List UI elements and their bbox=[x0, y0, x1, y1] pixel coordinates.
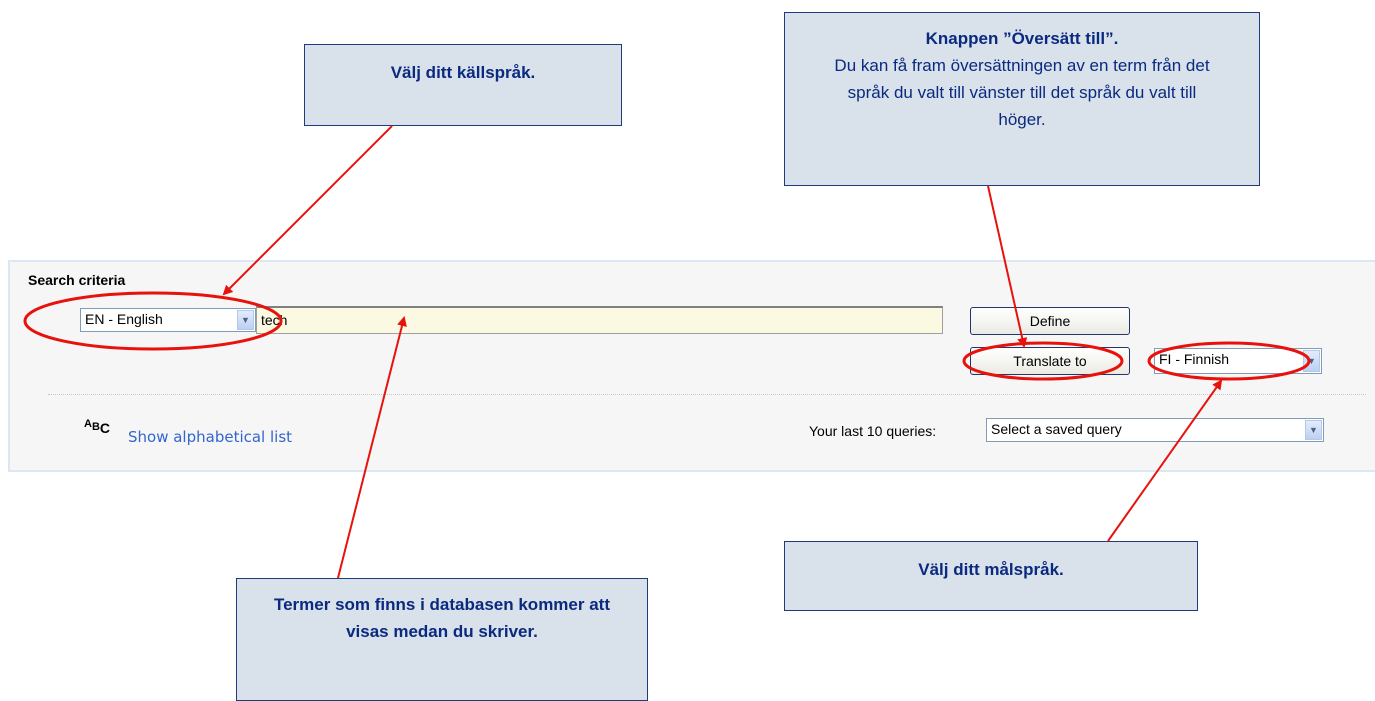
callout-translate-body: Du kan få fram översättningen av en term… bbox=[834, 56, 1210, 129]
saved-query-select[interactable]: Select a saved query ▼ bbox=[986, 418, 1324, 442]
callout-source-language: Välj ditt källspråk. bbox=[304, 44, 622, 126]
callout-source-text: Välj ditt källspråk. bbox=[390, 63, 536, 82]
translate-to-button[interactable]: Translate to bbox=[970, 347, 1130, 375]
target-language-select[interactable]: FI - Finnish ▼ bbox=[1154, 348, 1322, 374]
abc-icon: ABC bbox=[84, 418, 111, 436]
callout-translate: Knappen ”Översätt till”. Du kan få fram … bbox=[784, 12, 1260, 186]
target-language-value: FI - Finnish bbox=[1159, 351, 1230, 367]
callout-terms-text: Termer som finns i databasen kommer att … bbox=[273, 595, 610, 641]
last-queries-label: Your last 10 queries: bbox=[809, 423, 937, 439]
source-language-value: EN - English bbox=[85, 311, 163, 327]
chevron-down-icon[interactable]: ▼ bbox=[1303, 350, 1320, 372]
saved-query-value: Select a saved query bbox=[991, 421, 1122, 437]
chevron-down-icon[interactable]: ▼ bbox=[1305, 420, 1322, 440]
callout-target-language: Välj ditt målspråk. bbox=[784, 541, 1198, 611]
callout-translate-title: Knappen ”Översätt till”. bbox=[925, 29, 1119, 48]
callout-target-text: Välj ditt målspråk. bbox=[918, 560, 1064, 579]
panel-title: Search criteria bbox=[28, 272, 126, 288]
chevron-down-icon[interactable]: ▼ bbox=[237, 310, 254, 330]
source-language-select[interactable]: EN - English ▼ bbox=[80, 308, 256, 332]
define-button[interactable]: Define bbox=[970, 307, 1130, 335]
divider bbox=[48, 394, 1366, 395]
callout-terms: Termer som finns i databasen kommer att … bbox=[236, 578, 648, 701]
search-input[interactable]: tech bbox=[256, 306, 943, 334]
show-alphabetical-list-link[interactable]: Show alphabetical list bbox=[128, 428, 292, 446]
